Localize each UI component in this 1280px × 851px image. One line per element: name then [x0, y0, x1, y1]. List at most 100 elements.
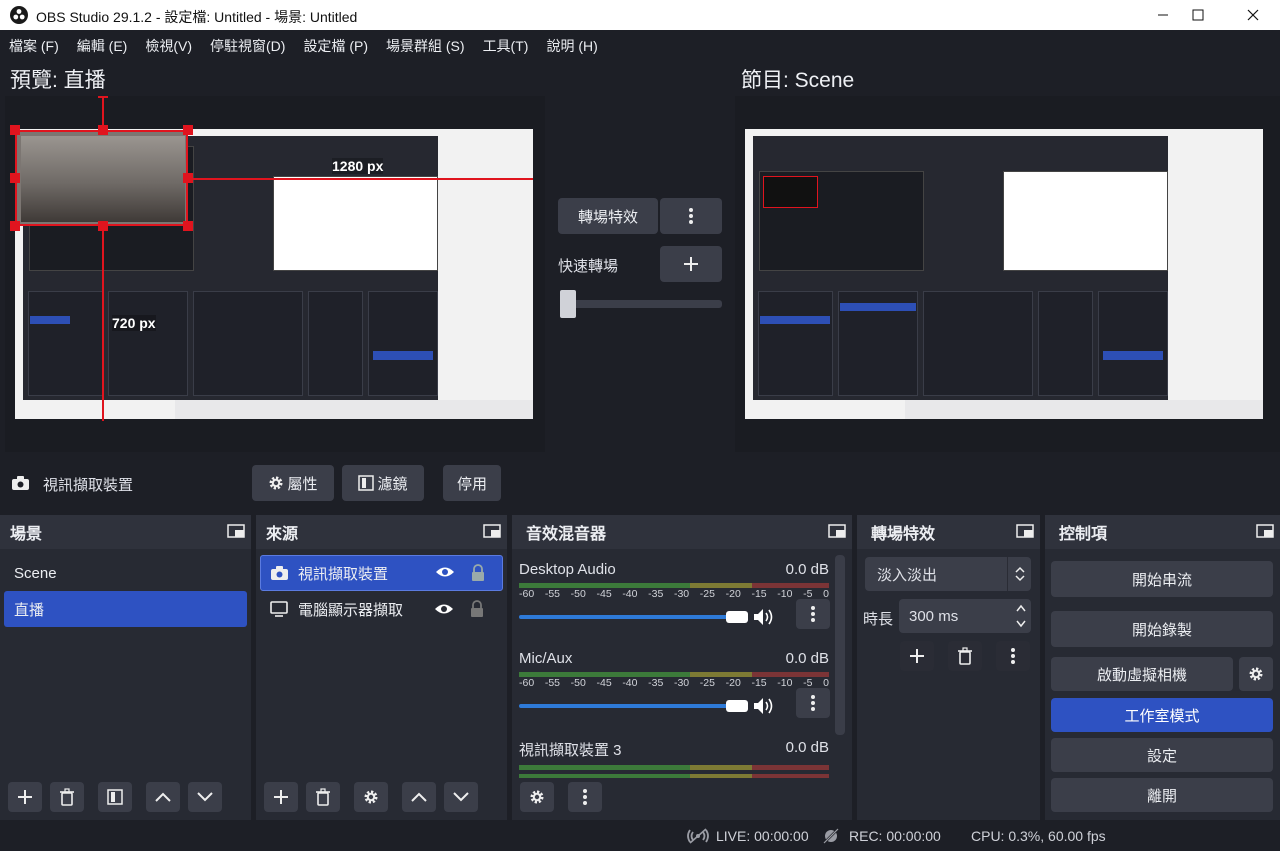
menu-view[interactable]: 檢視(V) — [136, 34, 201, 58]
trash-icon[interactable] — [948, 641, 982, 671]
volume-slider[interactable] — [519, 704, 747, 708]
transition-button[interactable]: 轉場特效 — [558, 198, 658, 234]
source-name: 電腦顯示器擷取 — [298, 601, 404, 619]
maximize-icon[interactable] — [1175, 0, 1221, 30]
dock-float-icon[interactable] — [227, 524, 245, 539]
gear-icon[interactable] — [1239, 657, 1273, 691]
speaker-icon[interactable] — [753, 697, 775, 715]
deactivate-button[interactable]: 停用 — [443, 465, 501, 501]
spin-arrows-icon[interactable] — [1015, 601, 1027, 631]
plus-icon[interactable] — [660, 246, 722, 282]
mini-obs-window — [753, 136, 1168, 400]
mixer-channel: Mic/Aux 0.0 dB -60 -55 -50 -45 -40 -35 -30 -25-… — [519, 650, 830, 719]
sources-dock: 來源 視訊擷取裝置 電腦顯示器擷取 — [256, 515, 507, 820]
source-item[interactable]: 視訊擷取裝置 — [260, 555, 503, 591]
resize-handle[interactable] — [10, 221, 20, 231]
sources-title: 來源 — [266, 526, 299, 543]
mixer-channel: Desktop Audio 0.0 dB -60 -55 -50 -45 -40 -35-… — [519, 561, 830, 630]
menu-scene-collection[interactable]: 場景群組 (S) — [377, 34, 474, 58]
transition-select[interactable]: 淡入淡出 — [865, 557, 1031, 591]
more-vertical-icon[interactable] — [796, 688, 830, 718]
more-vertical-icon[interactable] — [660, 198, 722, 234]
sources-dock-header: 來源 — [256, 515, 507, 549]
start-recording-button[interactable]: 開始錄製 — [1051, 611, 1273, 647]
live-signal-icon — [686, 827, 710, 845]
plus-icon[interactable] — [264, 782, 298, 812]
monitor-icon — [270, 601, 288, 617]
mixer-scrollbar[interactable] — [835, 555, 845, 735]
filter-icon — [358, 475, 375, 491]
exit-button[interactable]: 離開 — [1051, 778, 1273, 812]
chevron-up-icon[interactable] — [402, 782, 436, 812]
gear-icon[interactable] — [520, 782, 554, 812]
gear-icon — [268, 475, 284, 491]
more-vertical-icon[interactable] — [568, 782, 602, 812]
settings-button[interactable]: 設定 — [1051, 738, 1273, 772]
t-bar-handle[interactable] — [560, 290, 576, 318]
program-canvas — [735, 96, 1280, 452]
start-virtual-camera-button[interactable]: 啟動虛擬相機 — [1051, 657, 1233, 691]
dock-float-icon[interactable] — [1256, 524, 1274, 539]
properties-button[interactable]: 屬性 — [252, 465, 334, 501]
volume-slider-handle[interactable] — [726, 700, 748, 712]
filters-label: 濾鏡 — [377, 475, 408, 493]
start-streaming-button[interactable]: 開始串流 — [1051, 561, 1273, 597]
chevron-down-icon[interactable] — [188, 782, 222, 812]
studio-mode-button[interactable]: 工作室模式 — [1051, 698, 1273, 732]
lock-icon[interactable] — [470, 600, 484, 618]
close-icon[interactable] — [1230, 0, 1276, 30]
scene-item-scene[interactable]: Scene — [4, 555, 247, 591]
sources-footer — [264, 782, 478, 812]
plus-icon[interactable] — [900, 641, 934, 671]
menu-help[interactable]: 說明 (H) — [537, 34, 606, 58]
dock-float-icon[interactable] — [828, 524, 846, 539]
rec-timer: REC: 00:00:00 — [849, 828, 941, 844]
transitions-dock-header: 轉場特效 — [857, 515, 1040, 549]
dock-float-icon[interactable] — [483, 524, 501, 539]
plus-icon[interactable] — [8, 782, 42, 812]
preview-canvas[interactable]: 1280 px 720 px — [5, 96, 545, 452]
speaker-icon[interactable] — [753, 608, 775, 626]
resize-handle[interactable] — [98, 221, 108, 231]
channel-db: 0.0 dB — [785, 561, 829, 578]
mixer-footer — [520, 782, 602, 812]
volume-slider[interactable] — [519, 615, 747, 619]
t-bar-slider[interactable] — [560, 300, 722, 308]
resize-handle[interactable] — [183, 173, 193, 183]
lock-icon[interactable] — [471, 564, 485, 582]
scene-item-live[interactable]: 直播 — [4, 591, 247, 627]
selected-source-bounds[interactable] — [15, 130, 188, 226]
chevron-down-icon[interactable] — [444, 782, 478, 812]
volume-slider-handle[interactable] — [726, 611, 748, 623]
gear-icon[interactable] — [354, 782, 388, 812]
volume-meter — [519, 774, 829, 778]
trash-icon[interactable] — [306, 782, 340, 812]
resize-handle[interactable] — [10, 173, 20, 183]
eye-icon[interactable] — [434, 602, 454, 616]
audio-mixer-dock: 音效混音器 Desktop Audio 0.0 dB -60 -55 -50 -45-… — [512, 515, 852, 820]
more-vertical-icon[interactable] — [796, 599, 830, 629]
trash-icon[interactable] — [50, 782, 84, 812]
menu-profile[interactable]: 設定檔 (P) — [294, 34, 377, 58]
resize-handle[interactable] — [183, 221, 193, 231]
transitions-dock: 轉場特效 淡入淡出 時長 300 ms — [857, 515, 1040, 820]
resize-handle[interactable] — [183, 125, 193, 135]
cpu-status: CPU: 0.3%, 60.00 fps — [971, 828, 1106, 844]
duration-spinbox[interactable]: 300 ms — [899, 599, 1031, 633]
menu-edit[interactable]: 編輯 (E) — [68, 34, 137, 58]
volume-meter — [519, 765, 829, 770]
filters-button[interactable]: 濾鏡 — [342, 465, 424, 501]
chevron-up-icon[interactable] — [146, 782, 180, 812]
more-vertical-icon[interactable] — [996, 641, 1030, 671]
menu-tools[interactable]: 工具(T) — [474, 34, 538, 58]
dock-float-icon[interactable] — [1016, 524, 1034, 539]
resize-handle[interactable] — [10, 125, 20, 135]
meter-scale: -60 -55 -50 -45 -40 -35 -30 -25 -20 -15 -10 -5 0 — [519, 588, 829, 600]
eye-icon[interactable] — [435, 565, 455, 579]
resize-handle[interactable] — [98, 125, 108, 135]
menu-file[interactable]: 檔案 (F) — [0, 34, 68, 58]
filter-icon[interactable] — [98, 782, 132, 812]
source-item[interactable]: 電腦顯示器擷取 — [260, 591, 503, 627]
camera-icon — [12, 476, 29, 490]
menu-docks[interactable]: 停駐視窗(D) — [201, 34, 294, 58]
